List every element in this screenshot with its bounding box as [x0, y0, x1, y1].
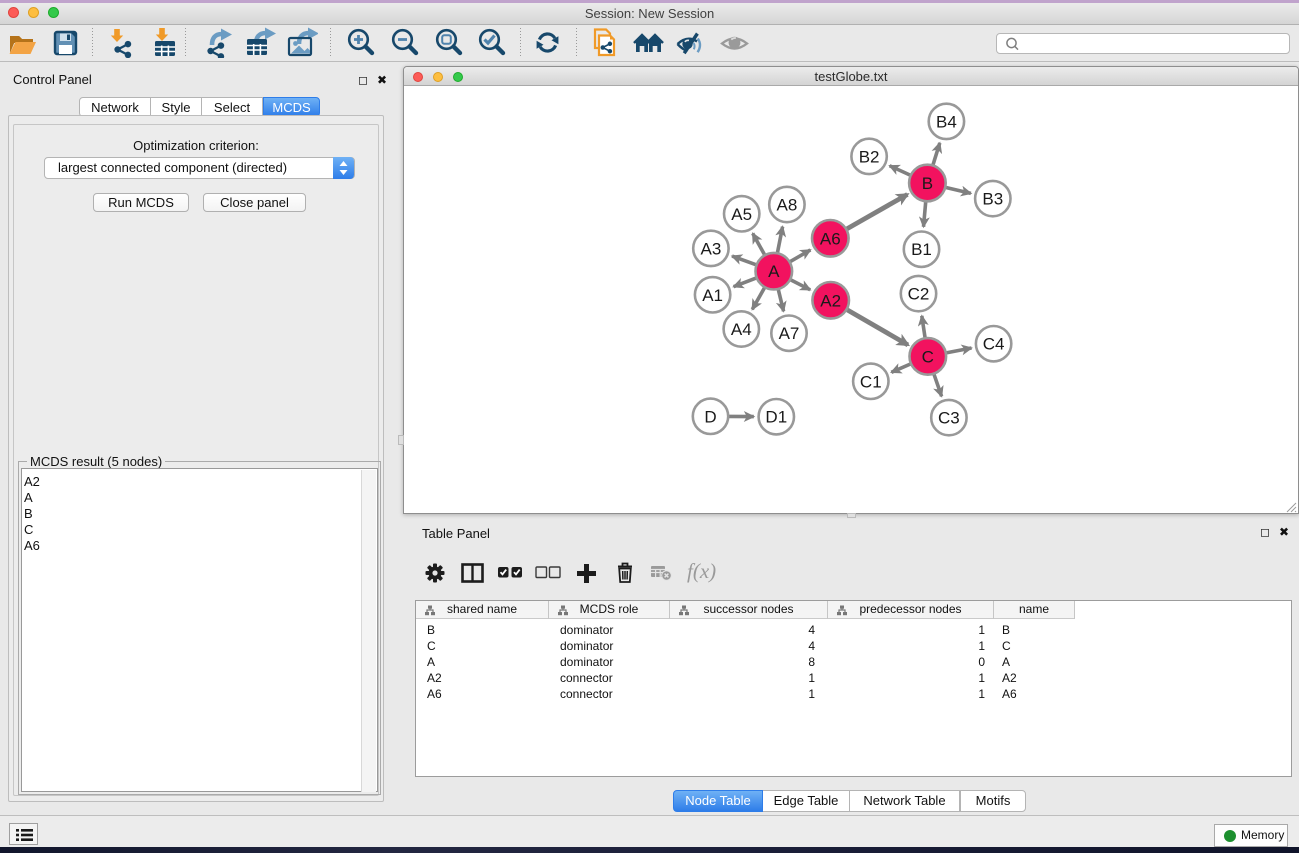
svg-text:C4: C4 — [983, 335, 1005, 354]
svg-text:A: A — [768, 262, 780, 281]
svg-text:B1: B1 — [911, 240, 932, 259]
svg-text:A8: A8 — [777, 196, 798, 215]
svg-text:D1: D1 — [765, 408, 787, 427]
svg-text:B: B — [922, 174, 933, 193]
svg-text:A4: A4 — [731, 320, 752, 339]
svg-text:A7: A7 — [779, 324, 800, 343]
svg-text:B3: B3 — [982, 190, 1003, 209]
svg-text:A3: A3 — [701, 239, 722, 258]
svg-text:C: C — [922, 347, 934, 366]
svg-text:A2: A2 — [820, 291, 841, 310]
svg-text:B4: B4 — [936, 112, 957, 131]
svg-text:B2: B2 — [859, 147, 880, 166]
svg-text:A6: A6 — [820, 229, 841, 248]
svg-text:A1: A1 — [702, 286, 723, 305]
svg-text:D: D — [704, 407, 716, 426]
svg-text:A5: A5 — [731, 205, 752, 224]
svg-text:C1: C1 — [860, 372, 882, 391]
svg-text:C2: C2 — [908, 285, 930, 304]
svg-text:C3: C3 — [938, 409, 960, 428]
